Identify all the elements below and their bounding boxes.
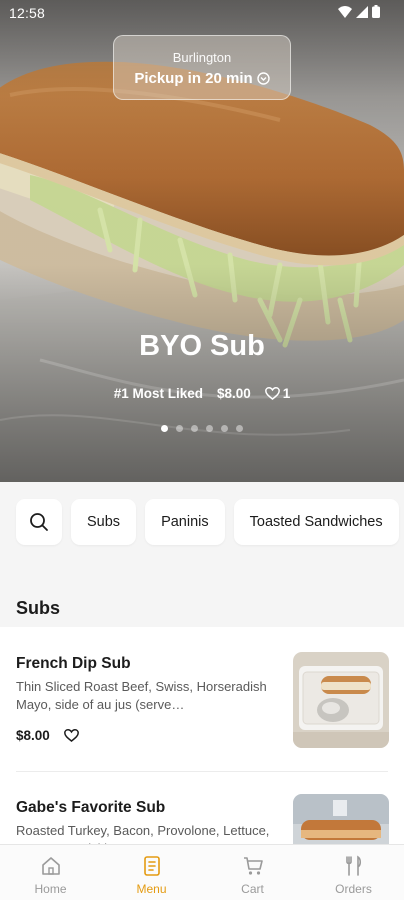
menu-item-photo: [293, 652, 389, 748]
pickup-location: Burlington: [172, 50, 232, 65]
nav-cart[interactable]: Cart: [202, 845, 303, 900]
nav-menu-label: Menu: [136, 882, 167, 896]
carousel-dots[interactable]: [0, 425, 404, 432]
section-header: Subs: [0, 585, 404, 627]
home-icon: [41, 857, 60, 875]
pickup-time-label: Pickup in 20 min: [134, 70, 253, 87]
category-chip-toasted-sandwiches[interactable]: Toasted Sandwiches: [233, 499, 399, 545]
section-title: Subs: [16, 598, 61, 618]
menu-item-name: French Dip Sub: [16, 655, 131, 672]
status-icons: [338, 5, 380, 18]
menu-item-price: $8.00: [16, 728, 50, 743]
featured-rank: #1 Most Liked: [113, 386, 203, 401]
carousel-dot[interactable]: [236, 425, 243, 432]
chevron-down-icon: [256, 72, 270, 85]
heart-icon[interactable]: [63, 729, 79, 742]
menu-item-description: Thin Sliced Roast Beef, Swiss, Horseradi…: [16, 679, 267, 712]
featured-item-meta: #1 Most Liked $8.00 1: [0, 386, 404, 401]
cell-signal-icon: [356, 5, 368, 18]
featured-price: $8.00: [216, 386, 251, 401]
search-button[interactable]: [16, 499, 62, 545]
menu-item-photo: [293, 794, 389, 844]
menu-item-card[interactable]: Gabe's Favorite Sub Roasted Turkey, Baco…: [0, 772, 404, 844]
menu-item-price-row: $8.00: [16, 728, 79, 743]
nav-orders[interactable]: Orders: [303, 845, 404, 900]
carousel-dot[interactable]: [206, 425, 213, 432]
nav-orders-label: Orders: [335, 882, 372, 896]
search-icon: [30, 513, 48, 531]
menu-item-name: Gabe's Favorite Sub: [16, 799, 166, 816]
pickup-selector[interactable]: Burlington Pickup in 20 min: [113, 35, 291, 100]
nav-cart-label: Cart: [241, 882, 264, 896]
carousel-dot[interactable]: [191, 425, 198, 432]
carousel-dot[interactable]: [161, 425, 168, 432]
menu-item-card[interactable]: French Dip Sub Thin Sliced Roast Beef, S…: [0, 627, 404, 772]
category-bar: Subs Paninis Toasted Sandwiches: [0, 482, 404, 562]
hero-banner[interactable]: 12:58 Burlington Pickup in 20 min BYO Su…: [0, 0, 404, 482]
carousel-dot[interactable]: [176, 425, 183, 432]
category-chip-subs[interactable]: Subs: [71, 499, 137, 545]
cart-icon: [243, 857, 263, 875]
wifi-icon: [338, 5, 352, 18]
heart-icon: [264, 387, 280, 400]
featured-likes-count: 1: [282, 386, 291, 401]
orders-icon: [345, 855, 361, 876]
menu-icon: [143, 856, 160, 876]
bottom-navigation: Home Menu Cart Orders: [0, 844, 404, 900]
pickup-time-row: Pickup in 20 min: [114, 70, 290, 87]
carousel-dot[interactable]: [221, 425, 228, 432]
nav-home[interactable]: Home: [0, 845, 101, 900]
category-chip-paninis[interactable]: Paninis: [145, 499, 225, 545]
nav-home-label: Home: [34, 882, 67, 896]
menu-item-description: Roasted Turkey, Bacon, Provolone, Lettuc…: [16, 823, 270, 844]
featured-item-title: BYO Sub: [139, 330, 265, 362]
battery-icon: [372, 5, 380, 18]
status-bar: 12:58: [0, 0, 404, 26]
category-chips: Subs Paninis Toasted Sandwiches: [16, 499, 399, 545]
nav-menu[interactable]: Menu: [101, 845, 202, 900]
status-time: 12:58: [9, 5, 46, 21]
featured-likes[interactable]: 1: [264, 386, 291, 401]
